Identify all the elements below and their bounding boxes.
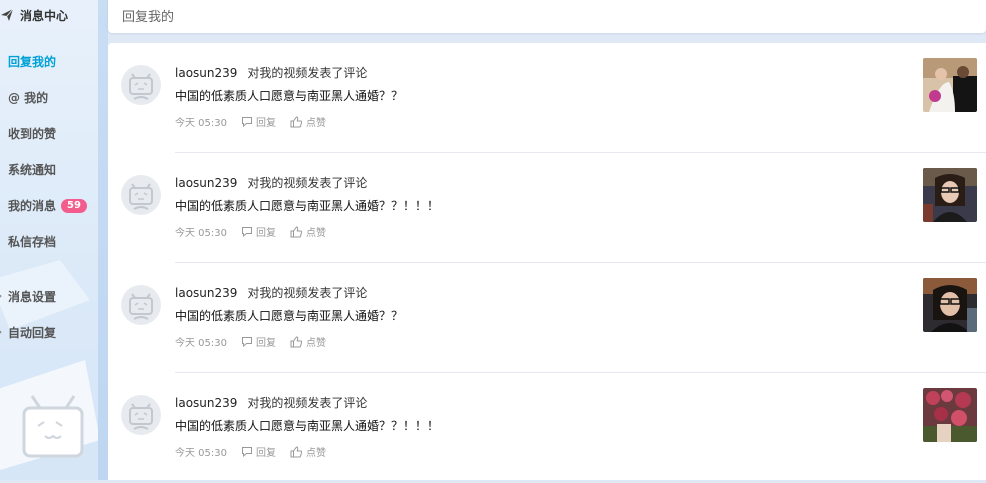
list-item: laosun239 对我的视频发表了评论 中国的低素质人口愿意与南亚黑人通婚？？ … [108, 263, 986, 373]
sidebar-item-label: 回复我的 [8, 55, 57, 69]
like-button-label: 点赞 [306, 448, 326, 459]
reply-meta: 今天 05:30 回复 点赞 [175, 224, 326, 239]
video-thumbnail[interactable] [923, 278, 977, 332]
comment-icon [242, 227, 252, 237]
username-link[interactable]: laosun239 [175, 176, 237, 190]
sidebar-item-label: 消息设置 [8, 290, 57, 304]
sidebar-item-label: 系统通知 [8, 163, 57, 177]
tv-mascot-icon [129, 403, 153, 430]
reply-action-text: 对我的视频发表了评论 [247, 66, 368, 80]
sidebar-mascot-illustration [0, 260, 98, 470]
reply-content[interactable]: 中国的低素质人口愿意与南亚黑人通婚？？ [175, 307, 403, 324]
thumbs-up-icon [290, 115, 303, 127]
reply-time: 今天 05:30 [175, 118, 227, 129]
sidebar-item-message-settings[interactable]: › 消息设置 [0, 288, 57, 305]
reply-content[interactable]: 中国的低素质人口愿意与南亚黑人通婚？？！！！ [175, 417, 439, 434]
comment-icon [242, 337, 252, 347]
reply-button[interactable]: 回复 [241, 444, 276, 459]
chevron-right-icon: › [0, 291, 2, 302]
sidebar-title-text: 消息中心 [20, 8, 69, 23]
reply-header: laosun239 对我的视频发表了评论 [175, 394, 367, 411]
list-item: laosun239 对我的视频发表了评论 中国的低素质人口愿意与南亚黑人通婚？？！… [108, 153, 986, 263]
reply-button-label: 回复 [256, 118, 276, 129]
reply-button-label: 回复 [256, 448, 276, 459]
sidebar-item-reply-me[interactable]: 回复我的 [8, 53, 56, 70]
sidebar-item-at-me[interactable]: @ 我的 [8, 89, 48, 106]
page-title: 回复我的 [122, 10, 175, 25]
tv-mascot-icon [129, 73, 153, 100]
like-button[interactable]: 点赞 [290, 224, 326, 239]
like-button[interactable]: 点赞 [290, 334, 326, 349]
reply-time: 今天 05:30 [175, 228, 227, 239]
reply-button[interactable]: 回复 [241, 224, 276, 239]
sidebar-item-auto-reply[interactable]: › 自动回复 [0, 324, 57, 341]
sidebar-item-my-messages[interactable]: 我的消息 59 [8, 197, 87, 214]
reply-button-label: 回复 [256, 228, 276, 239]
sidebar-item-label: 私信存档 [8, 235, 57, 249]
reply-header: laosun239 对我的视频发表了评论 [175, 174, 367, 191]
reply-header: laosun239 对我的视频发表了评论 [175, 284, 367, 301]
thumbs-up-icon [290, 335, 303, 347]
reply-time: 今天 05:30 [175, 338, 227, 349]
username-link[interactable]: laosun239 [175, 396, 237, 410]
like-button[interactable]: 点赞 [290, 114, 326, 129]
reply-action-text: 对我的视频发表了评论 [247, 286, 368, 300]
paper-plane-icon [1, 8, 14, 21]
thumbs-up-icon [290, 225, 303, 237]
video-thumbnail[interactable] [923, 388, 977, 442]
comment-icon [242, 447, 252, 457]
reply-time: 今天 05:30 [175, 448, 227, 459]
avatar[interactable] [121, 175, 161, 215]
sidebar-item-label: @ 我的 [8, 91, 49, 105]
reply-content[interactable]: 中国的低素质人口愿意与南亚黑人通婚？？ [175, 87, 403, 104]
reply-action-text: 对我的视频发表了评论 [247, 176, 368, 190]
tv-mascot-icon [129, 183, 153, 210]
avatar[interactable] [121, 395, 161, 435]
page-header: 回复我的 [108, 0, 986, 33]
like-button-label: 点赞 [306, 228, 326, 239]
sidebar-item-likes[interactable]: 收到的赞 [8, 125, 56, 142]
list-item: laosun239 对我的视频发表了评论 中国的低素质人口愿意与南亚黑人通婚？？ … [108, 43, 986, 153]
reply-meta: 今天 05:30 回复 点赞 [175, 334, 326, 349]
reply-button-label: 回复 [256, 338, 276, 349]
reply-content[interactable]: 中国的低素质人口愿意与南亚黑人通婚？？！！！ [175, 197, 439, 214]
reply-button[interactable]: 回复 [241, 334, 276, 349]
comment-icon [242, 117, 252, 127]
sidebar-title: 消息中心 [0, 6, 68, 24]
content-background-strip [98, 0, 108, 480]
reply-header: laosun239 对我的视频发表了评论 [175, 64, 367, 81]
sidebar-item-label: 我的消息 [8, 199, 57, 213]
reply-button[interactable]: 回复 [241, 114, 276, 129]
username-link[interactable]: laosun239 [175, 286, 237, 300]
list-item: laosun239 对我的视频发表了评论 中国的低素质人口愿意与南亚黑人通婚？？！… [108, 373, 986, 483]
sidebar-item-label: 自动回复 [8, 326, 57, 340]
tv-mascot-icon [129, 293, 153, 320]
chevron-right-icon: › [0, 327, 2, 338]
like-button[interactable]: 点赞 [290, 444, 326, 459]
sidebar-item-label: 收到的赞 [8, 127, 57, 141]
sidebar-item-system-notice[interactable]: 系统通知 [8, 161, 56, 178]
avatar[interactable] [121, 285, 161, 325]
like-button-label: 点赞 [306, 338, 326, 349]
sidebar-item-message-archive[interactable]: 私信存档 [8, 233, 56, 250]
video-thumbnail[interactable] [923, 58, 977, 112]
sidebar: 消息中心 回复我的 @ 我的 收到的赞 系统通知 我的消息 59 私信存档 › … [0, 0, 98, 480]
reply-meta: 今天 05:30 回复 点赞 [175, 114, 326, 129]
avatar[interactable] [121, 65, 161, 105]
reply-meta: 今天 05:30 回复 点赞 [175, 444, 326, 459]
reply-list: laosun239 对我的视频发表了评论 中国的低素质人口愿意与南亚黑人通婚？？ … [108, 43, 986, 480]
video-thumbnail[interactable] [923, 168, 977, 222]
reply-action-text: 对我的视频发表了评论 [247, 396, 368, 410]
thumbs-up-icon [290, 445, 303, 457]
unread-count-badge: 59 [61, 198, 87, 213]
username-link[interactable]: laosun239 [175, 66, 237, 80]
like-button-label: 点赞 [306, 118, 326, 129]
